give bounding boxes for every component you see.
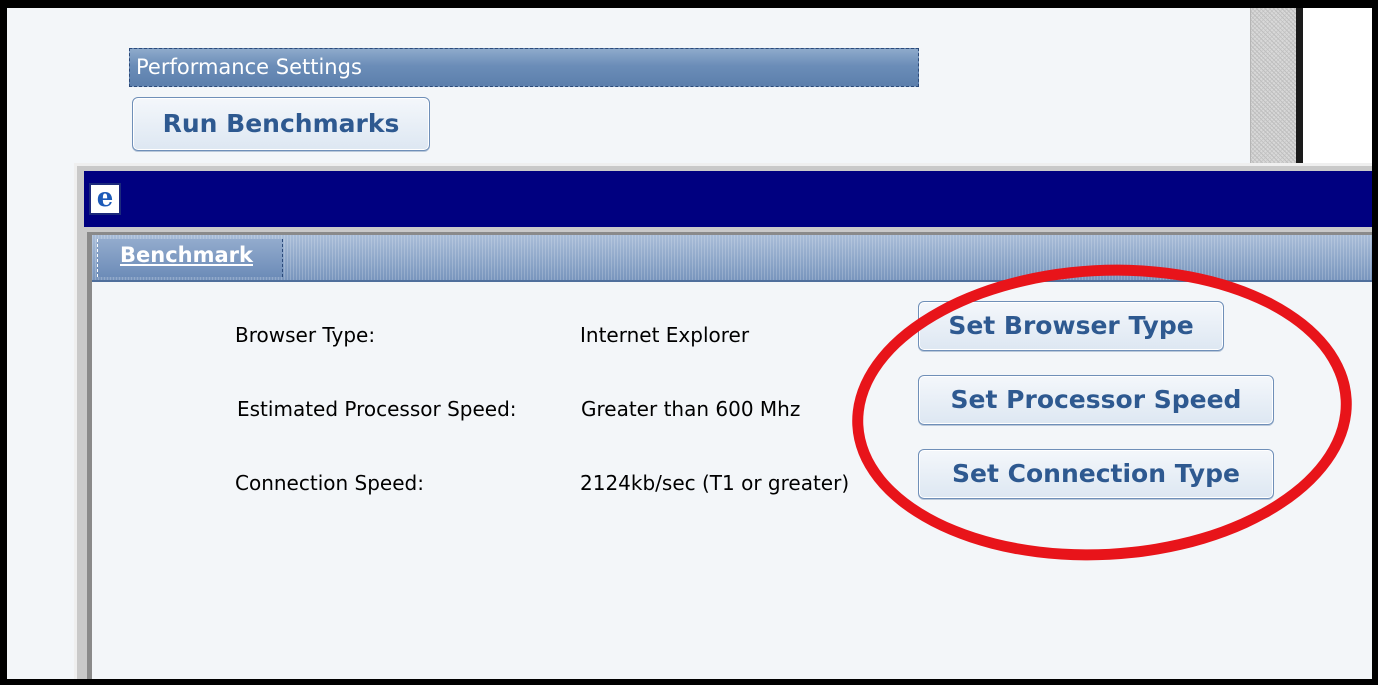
tab-benchmark[interactable]: Benchmark [97, 239, 283, 277]
popup-content: Benchmark Browser Type: Internet Explore… [87, 232, 1372, 679]
screenshot-frame: Performance Settings Run Benchmarks e Be… [0, 0, 1378, 685]
tab-strip: Benchmark [92, 235, 1372, 282]
connection-speed-label: Connection Speed: [235, 471, 424, 495]
benchmark-popup-window: e Benchmark Browser Type: Internet Explo… [74, 163, 1372, 679]
connection-speed-value: 2124kb/sec (T1 or greater) [580, 471, 850, 495]
run-benchmarks-button[interactable]: Run Benchmarks [132, 97, 430, 151]
performance-settings-header: Performance Settings [129, 48, 919, 87]
set-processor-speed-button[interactable]: Set Processor Speed [918, 375, 1274, 425]
internet-explorer-icon: e [89, 183, 121, 215]
browser-type-label: Browser Type: [235, 323, 376, 347]
set-connection-type-button[interactable]: Set Connection Type [918, 449, 1274, 499]
popup-title-bar[interactable]: e [84, 171, 1372, 227]
processor-speed-value: Greater than 600 Mhz [581, 397, 801, 421]
browser-type-value: Internet Explorer [580, 323, 750, 347]
processor-speed-label: Estimated Processor Speed: [237, 397, 517, 421]
set-browser-type-button[interactable]: Set Browser Type [918, 301, 1224, 351]
tab-benchmark-label: Benchmark [120, 243, 253, 267]
